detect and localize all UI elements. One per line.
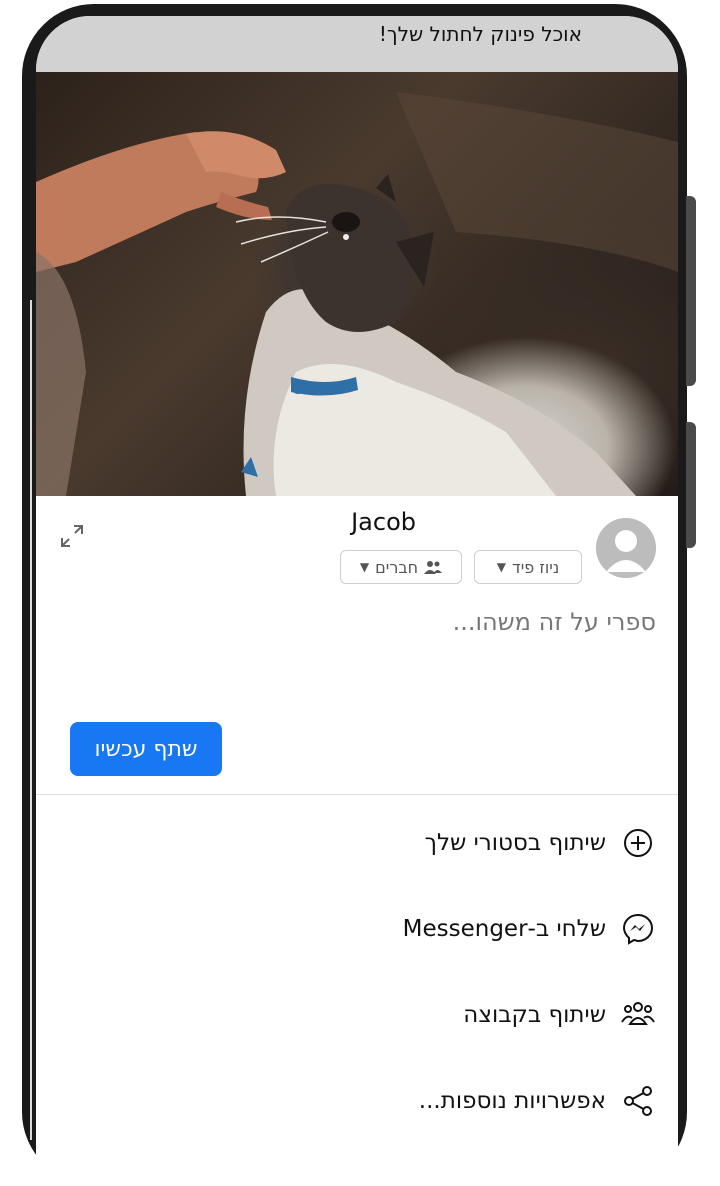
share-sheet: Jacob ניוז פיד ▼ חברים ▼ ספרי על זה משהו… [36, 496, 678, 1186]
feed-chip-label: ניוז פיד [511, 557, 560, 577]
avatar [596, 518, 656, 578]
composer-input[interactable]: ספרי על זה משהו... [96, 608, 656, 636]
post-photo[interactable] [36, 72, 678, 496]
messenger-icon [620, 911, 656, 947]
option-label: אפשרויות נוספות... [418, 1088, 606, 1114]
share-now-button[interactable]: שתף עכשיו [70, 722, 222, 776]
friends-icon [424, 561, 443, 574]
power-button [686, 422, 696, 548]
volume-button [686, 196, 696, 386]
audience-chip-label: חברים [375, 557, 419, 577]
user-silhouette-icon [596, 518, 656, 578]
caret-down-icon: ▼ [496, 560, 506, 574]
divider [36, 794, 678, 795]
frame-edge [30, 300, 32, 1140]
option-label: שיתוף בסטורי שלך [424, 830, 606, 856]
username: Jacob [351, 508, 416, 536]
post-header: אוכל פינוק לחתול שלך! [36, 16, 678, 72]
option-label: שלחי ב-Messenger [402, 916, 606, 942]
share-icon [620, 1083, 656, 1119]
plus-circle-icon [620, 825, 656, 861]
option-label: שיתוף בקבוצה [463, 1002, 606, 1028]
option-more[interactable]: אפשרויות נוספות... [419, 1076, 656, 1126]
phone-screen: אוכל פינוק לחתול שלך! Jacob ניוז פיד ▼ ח… [36, 16, 678, 1186]
caret-down-icon: ▼ [359, 560, 370, 574]
expand-icon[interactable] [58, 522, 86, 550]
option-share-story[interactable]: שיתוף בסטורי שלך [425, 818, 656, 868]
cat-illustration [36, 92, 678, 496]
option-send-messenger[interactable]: שלחי ב-Messenger [403, 904, 656, 954]
feed-selector[interactable]: ניוז פיד ▼ [474, 550, 582, 584]
group-icon [620, 997, 656, 1033]
audience-selector[interactable]: חברים ▼ [340, 550, 462, 584]
post-caption: אוכל פינוק לחתול שלך! [378, 22, 582, 46]
option-share-group[interactable]: שיתוף בקבוצה [463, 990, 656, 1040]
